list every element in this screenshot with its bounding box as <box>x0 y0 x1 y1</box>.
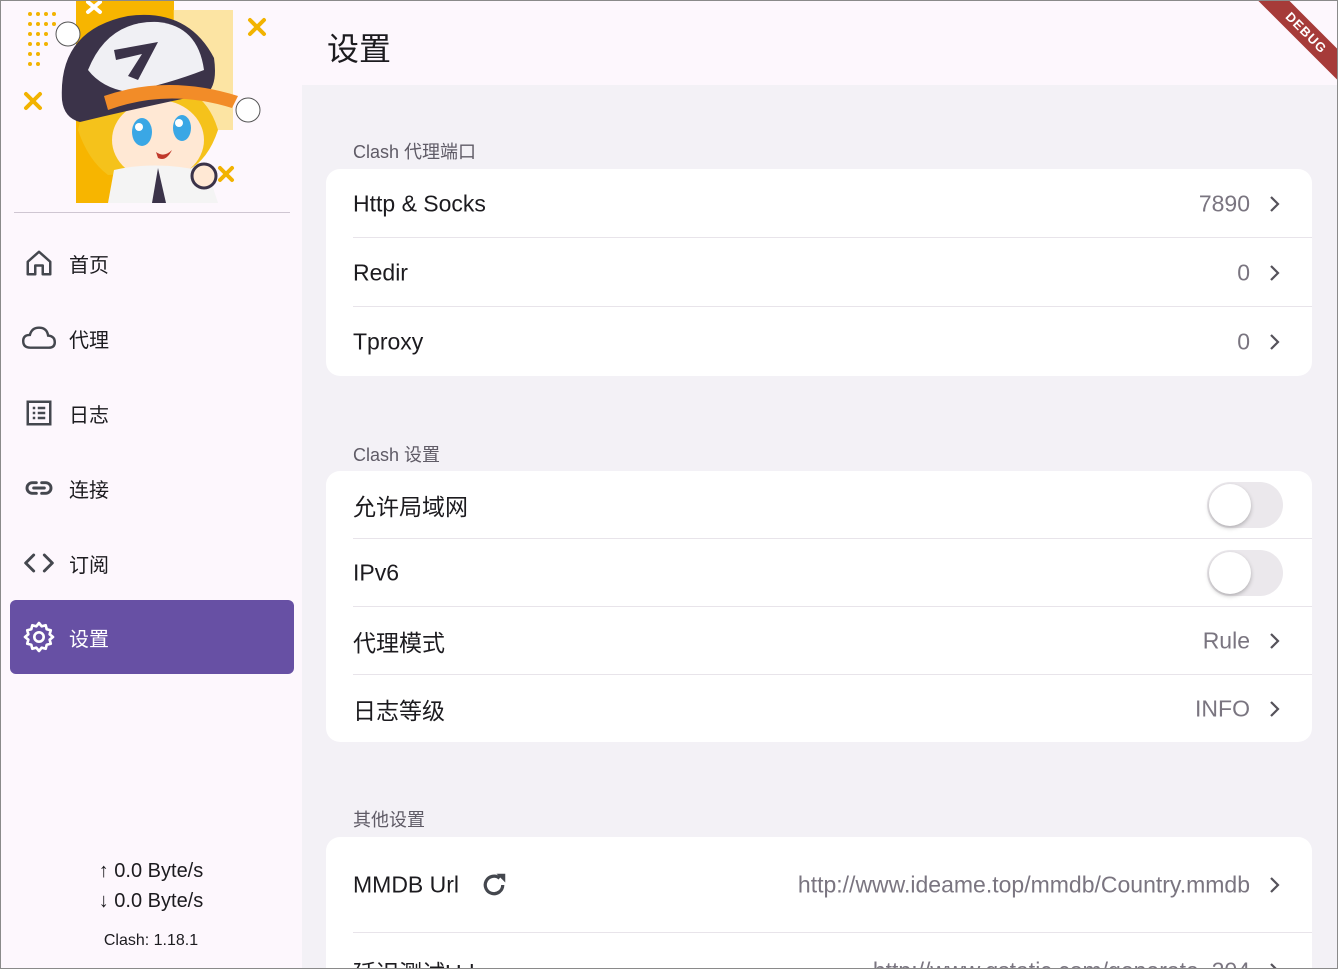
chevron-right-icon <box>1270 334 1280 350</box>
row-label: IPv6 <box>353 559 400 586</box>
refresh-icon[interactable] <box>479 870 509 900</box>
mmdb-url-row[interactable]: MMDB Url http://www.ideame.top/mmdb/Coun… <box>326 837 1312 933</box>
row-label: Tproxy <box>353 328 424 355</box>
delay-test-url-row[interactable]: 延迟测试Url http://www.gstatic.com/generate_… <box>326 933 1312 969</box>
sidebar-item-label: 首页 <box>69 254 109 277</box>
ipv6-toggle[interactable] <box>1207 550 1283 596</box>
row-label: 延迟测试Url <box>353 954 474 969</box>
http-socks-port-row[interactable]: Http & Socks 7890 <box>326 170 1312 238</box>
row-value: http://www.gstatic.com/generate_204 <box>873 958 1250 969</box>
chevron-right-icon <box>1270 633 1280 649</box>
row-value: INFO <box>1195 695 1250 722</box>
other-settings-card: MMDB Url http://www.ideame.top/mmdb/Coun… <box>326 837 1312 969</box>
tproxy-port-row[interactable]: Tproxy 0 <box>326 308 1312 376</box>
row-value: 7890 <box>1198 190 1250 217</box>
sidebar-item-label: 设置 <box>69 628 109 651</box>
sidebar-item-connections[interactable]: 连接 <box>10 451 294 525</box>
allow-lan-toggle[interactable] <box>1207 482 1283 528</box>
sidebar-item-label: 日志 <box>69 404 109 427</box>
gear-icon <box>22 620 56 654</box>
row-value: 0 <box>1237 259 1250 286</box>
toggle-knob <box>1209 552 1251 594</box>
sidebar-item-logs[interactable]: 日志 <box>10 376 294 450</box>
ipv6-row: IPv6 <box>326 539 1312 607</box>
page-title: 设置 <box>327 31 392 67</box>
sidebar: 首页 代理 日志 连接 订阅 设置 ↑ 0.0 Byte/s ↓ 0.0 Byt… <box>0 0 302 969</box>
sidebar-item-proxy[interactable]: 代理 <box>10 301 294 375</box>
sidebar-item-settings[interactable]: 设置 <box>10 600 294 674</box>
section-title-other: 其他设置 <box>353 810 425 830</box>
avatar <box>18 0 288 203</box>
row-value: http://www.ideame.top/mmdb/Country.mmdb <box>797 871 1250 898</box>
chevron-right-icon <box>1270 265 1280 281</box>
allow-lan-row: 允许局域网 <box>326 471 1312 539</box>
row-label: Http & Socks <box>353 190 486 217</box>
ports-card: Http & Socks 7890 Redir 0 Tproxy 0 <box>326 169 1312 376</box>
row-label: 日志等级 <box>353 698 445 724</box>
row-value: Rule <box>1202 627 1250 654</box>
row-label: MMDB Url <box>353 871 460 898</box>
section-title-ports: Clash 代理端口 <box>353 142 477 162</box>
sidebar-item-label: 连接 <box>69 479 109 502</box>
chevron-right-icon <box>1270 701 1280 717</box>
sidebar-item-label: 代理 <box>69 329 109 352</box>
sidebar-item-label: 订阅 <box>69 554 109 577</box>
row-label: 代理模式 <box>353 630 445 656</box>
clash-settings-card: 允许局域网 IPv6 代理模式 Rule 日志等级 INFO <box>326 471 1312 742</box>
divider <box>353 306 1312 307</box>
debug-banner: DEBUG <box>1248 0 1338 90</box>
row-value: 0 <box>1237 328 1250 355</box>
redir-port-row[interactable]: Redir 0 <box>326 239 1312 307</box>
log-level-row[interactable]: 日志等级 INFO <box>326 675 1312 742</box>
list-icon <box>22 396 56 430</box>
toggle-knob <box>1209 484 1251 526</box>
section-title-clash: Clash 设置 <box>353 445 441 465</box>
cloud-icon <box>22 321 56 355</box>
row-label: 允许局域网 <box>353 494 468 520</box>
upload-speed: ↑ 0.0 Byte/s <box>98 860 204 882</box>
chevron-right-icon <box>1270 877 1280 893</box>
chevron-right-icon <box>1270 196 1280 212</box>
proxy-mode-row[interactable]: 代理模式 Rule <box>326 607 1312 675</box>
home-icon <box>22 246 56 280</box>
row-label: Redir <box>353 259 408 286</box>
debug-label: DEBUG <box>1248 0 1338 90</box>
sidebar-item-home[interactable]: 首页 <box>10 226 294 300</box>
sidebar-divider <box>14 212 290 213</box>
code-icon <box>22 546 56 580</box>
divider <box>353 237 1312 238</box>
version-label: Clash: 1.18.1 <box>103 932 199 949</box>
link-icon <box>22 471 56 505</box>
app-bar: 设置 <box>302 0 1338 85</box>
sidebar-item-subscriptions[interactable]: 订阅 <box>10 526 294 600</box>
download-speed: ↓ 0.0 Byte/s <box>98 890 204 912</box>
chevron-right-icon <box>1270 963 1278 969</box>
